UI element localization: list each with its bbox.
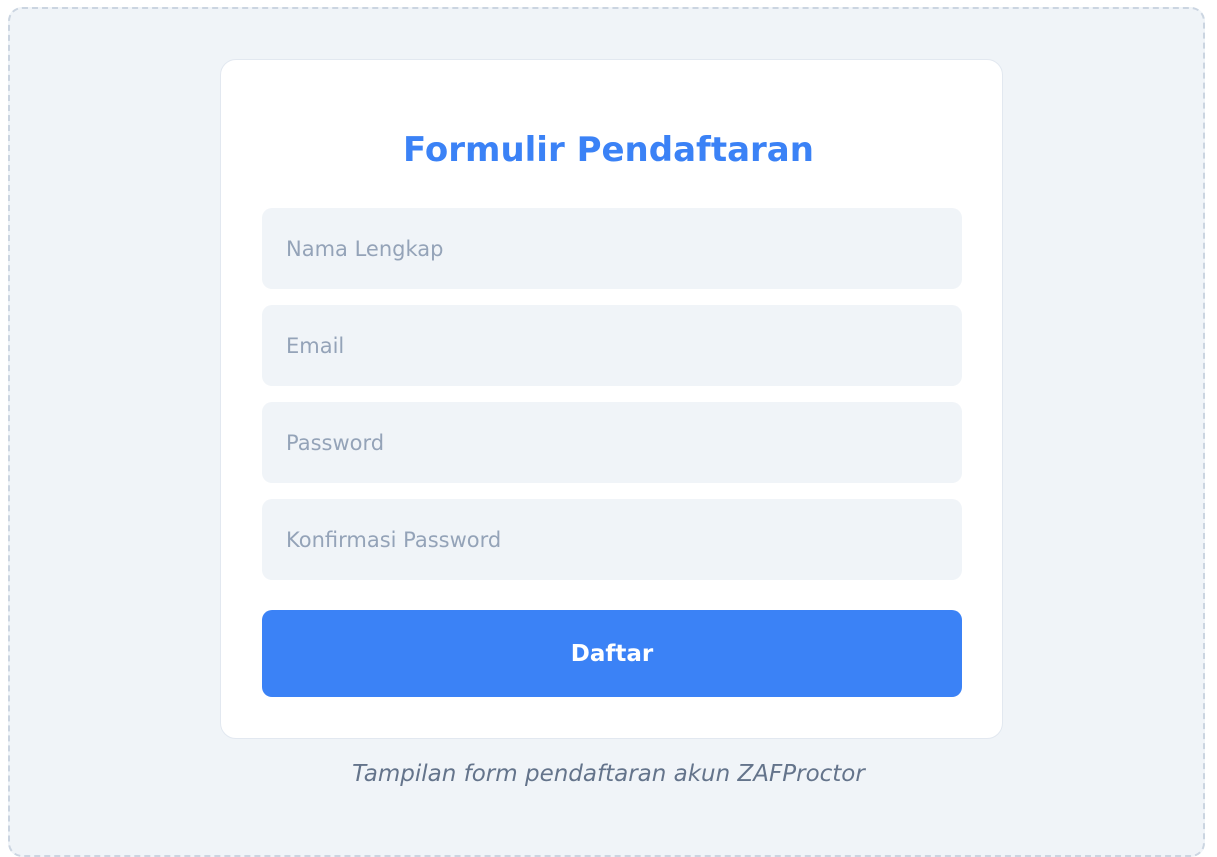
caption: Tampilan form pendaftaran akun ZAFProcto…	[352, 761, 865, 787]
password-input[interactable]	[262, 402, 962, 483]
email-input[interactable]	[262, 305, 962, 386]
register-button[interactable]: Daftar	[262, 610, 962, 697]
form-title: Formulir Pendaftaran	[403, 130, 814, 170]
full-name-input[interactable]	[262, 208, 962, 289]
confirm-password-input[interactable]	[262, 499, 962, 580]
